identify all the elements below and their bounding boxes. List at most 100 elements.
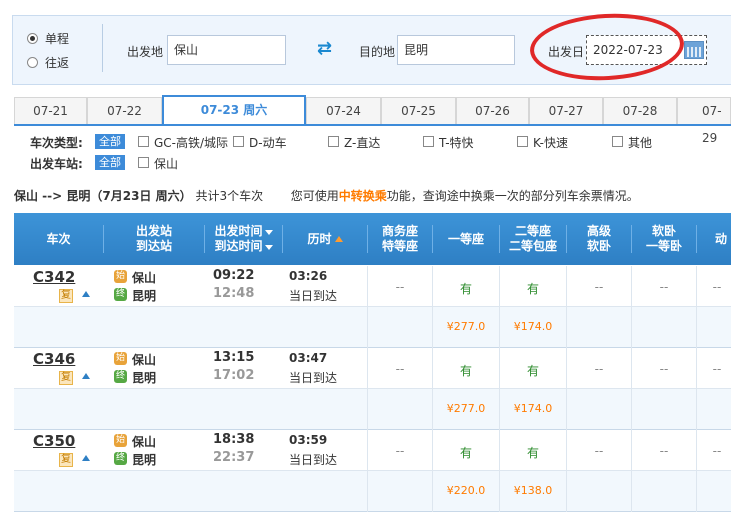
checkbox-station[interactable] bbox=[138, 157, 149, 168]
business-seat: -- bbox=[395, 444, 405, 458]
radio-round-trip[interactable] bbox=[27, 57, 38, 68]
sort-down-icon[interactable] bbox=[264, 245, 273, 250]
train-type-label: 车次类型: bbox=[30, 136, 83, 150]
divider bbox=[432, 348, 433, 430]
first-seat[interactable]: 有 bbox=[433, 280, 499, 297]
checkbox-t[interactable] bbox=[423, 136, 434, 147]
second-seat[interactable]: 有 bbox=[500, 362, 566, 379]
divider bbox=[696, 266, 697, 348]
checkbox-z[interactable] bbox=[328, 136, 339, 147]
divider bbox=[566, 430, 567, 512]
header-soft-sleeper-line1: 软卧 bbox=[651, 224, 676, 238]
station-all[interactable]: 全部 bbox=[95, 155, 125, 170]
train-number-link[interactable]: C350 bbox=[33, 432, 75, 450]
end-station-icon: 终 bbox=[114, 288, 127, 301]
expand-up-icon[interactable] bbox=[82, 455, 90, 461]
depart-time: 13:15 bbox=[213, 350, 255, 365]
header-depart-station: 出发站 bbox=[135, 224, 172, 238]
type-d-label: D-动车 bbox=[249, 136, 287, 150]
route-summary: 保山 --> 昆明（7月23日 周六） bbox=[14, 189, 192, 203]
tab-07-22[interactable]: 07-22 bbox=[87, 97, 162, 124]
transfer-link[interactable]: 中转换乘 bbox=[339, 189, 387, 203]
divider bbox=[432, 430, 433, 512]
arrive-note: 当日到达 bbox=[289, 453, 338, 467]
tab-07-25[interactable]: 07-25 bbox=[381, 97, 456, 124]
expand-up-icon[interactable] bbox=[82, 291, 90, 297]
type-gc-label: GC-高铁/城际 bbox=[154, 136, 229, 150]
arrive-time: 22:37 bbox=[213, 450, 255, 465]
tab-07-26[interactable]: 07-26 bbox=[456, 97, 529, 124]
calendar-icon[interactable] bbox=[684, 41, 704, 59]
sort-down-icon[interactable] bbox=[264, 230, 273, 235]
divider bbox=[499, 430, 500, 512]
header-stations: 出发站 到达站 bbox=[104, 213, 204, 265]
header-duration[interactable]: 历时 bbox=[283, 213, 367, 265]
second-price: ¥174.0 bbox=[513, 320, 553, 333]
train-number-link[interactable]: C346 bbox=[33, 350, 75, 368]
radio-one-way[interactable] bbox=[27, 33, 38, 44]
tab-07-24[interactable]: 07-24 bbox=[306, 97, 381, 124]
fu-badge: 复 bbox=[59, 289, 73, 303]
to-station: 昆明 bbox=[132, 453, 157, 467]
header-train: 车次 bbox=[46, 231, 71, 246]
date-tabs: 07-21 07-22 07-23 周六 07-24 07-25 07-26 0… bbox=[14, 95, 731, 145]
moving-seat: -- bbox=[712, 362, 722, 376]
from-station: 保山 bbox=[132, 435, 157, 449]
start-station-icon: 始 bbox=[114, 352, 127, 365]
price-row bbox=[14, 307, 731, 348]
second-price: ¥174.0 bbox=[513, 402, 553, 415]
header-times[interactable]: 出发时间 到达时间 bbox=[205, 213, 282, 265]
header-arrive-station: 到达站 bbox=[135, 239, 172, 253]
arrive-time: 17:02 bbox=[213, 368, 255, 383]
tab-07-27[interactable]: 07-27 bbox=[529, 97, 603, 124]
type-k-label: K-快速 bbox=[533, 136, 568, 150]
duration: 03:47 bbox=[289, 351, 328, 365]
first-price: ¥277.0 bbox=[446, 402, 486, 415]
second-seat[interactable]: 有 bbox=[500, 444, 566, 461]
soft-sleeper-seat: -- bbox=[659, 444, 669, 458]
train-number-link[interactable]: C342 bbox=[33, 268, 75, 286]
expand-up-icon[interactable] bbox=[82, 373, 90, 379]
second-seat[interactable]: 有 bbox=[500, 280, 566, 297]
from-input[interactable]: 保山 bbox=[167, 35, 286, 65]
duration: 03:26 bbox=[289, 269, 328, 283]
soft-premium-seat: -- bbox=[594, 362, 604, 376]
first-price: ¥220.0 bbox=[446, 484, 486, 497]
depart-time: 18:38 bbox=[213, 432, 255, 447]
tab-07-28[interactable]: 07-28 bbox=[603, 97, 677, 124]
divider bbox=[367, 266, 368, 348]
tab-07-21[interactable]: 07-21 bbox=[14, 97, 87, 124]
checkbox-gc[interactable] bbox=[138, 136, 149, 147]
swap-icon[interactable]: ⇄ bbox=[317, 38, 332, 59]
header-second-line2: 二等包座 bbox=[508, 239, 557, 253]
arrive-note: 当日到达 bbox=[289, 371, 338, 385]
from-label: 出发地 bbox=[127, 45, 164, 59]
tab-07-23[interactable]: 07-23 周六 bbox=[162, 95, 306, 124]
tab-07-29[interactable]: 07-29 bbox=[677, 97, 731, 145]
checkbox-d[interactable] bbox=[233, 136, 244, 147]
moving-seat: -- bbox=[712, 444, 722, 458]
summary-line: 保山 --> 昆明（7月23日 周六） 共计3个车次 您可使用中转换乘功能，查询… bbox=[14, 187, 639, 204]
header-business: 商务座 特等座 bbox=[368, 213, 432, 265]
checkbox-k[interactable] bbox=[517, 136, 528, 147]
train-count: 共计3个车次 bbox=[195, 189, 264, 203]
from-station: 保山 bbox=[132, 353, 157, 367]
divider bbox=[499, 266, 500, 348]
divider bbox=[696, 348, 697, 430]
hint-after: 功能，查询途中换乘一次的部分列车余票情况。 bbox=[386, 189, 639, 203]
checkbox-other[interactable] bbox=[612, 136, 623, 147]
sort-up-icon[interactable] bbox=[334, 236, 343, 242]
train-type-all[interactable]: 全部 bbox=[95, 134, 125, 149]
type-t-label: T-特快 bbox=[439, 136, 474, 150]
to-label: 目的地 bbox=[359, 45, 396, 59]
end-station-icon: 终 bbox=[114, 370, 127, 383]
table-header: 车次 出发站 到达站 出发时间 到达时间 历时 商务座 特等座 一等座 二等座 … bbox=[14, 213, 731, 265]
first-seat[interactable]: 有 bbox=[433, 444, 499, 461]
header-soft-premium: 高级 软卧 bbox=[567, 213, 631, 265]
divider bbox=[367, 430, 368, 512]
to-input[interactable]: 昆明 bbox=[397, 35, 515, 65]
price-row bbox=[14, 389, 731, 430]
first-seat[interactable]: 有 bbox=[433, 362, 499, 379]
header-duration-label: 历时 bbox=[307, 231, 332, 246]
round-trip-label: 往返 bbox=[45, 56, 70, 70]
